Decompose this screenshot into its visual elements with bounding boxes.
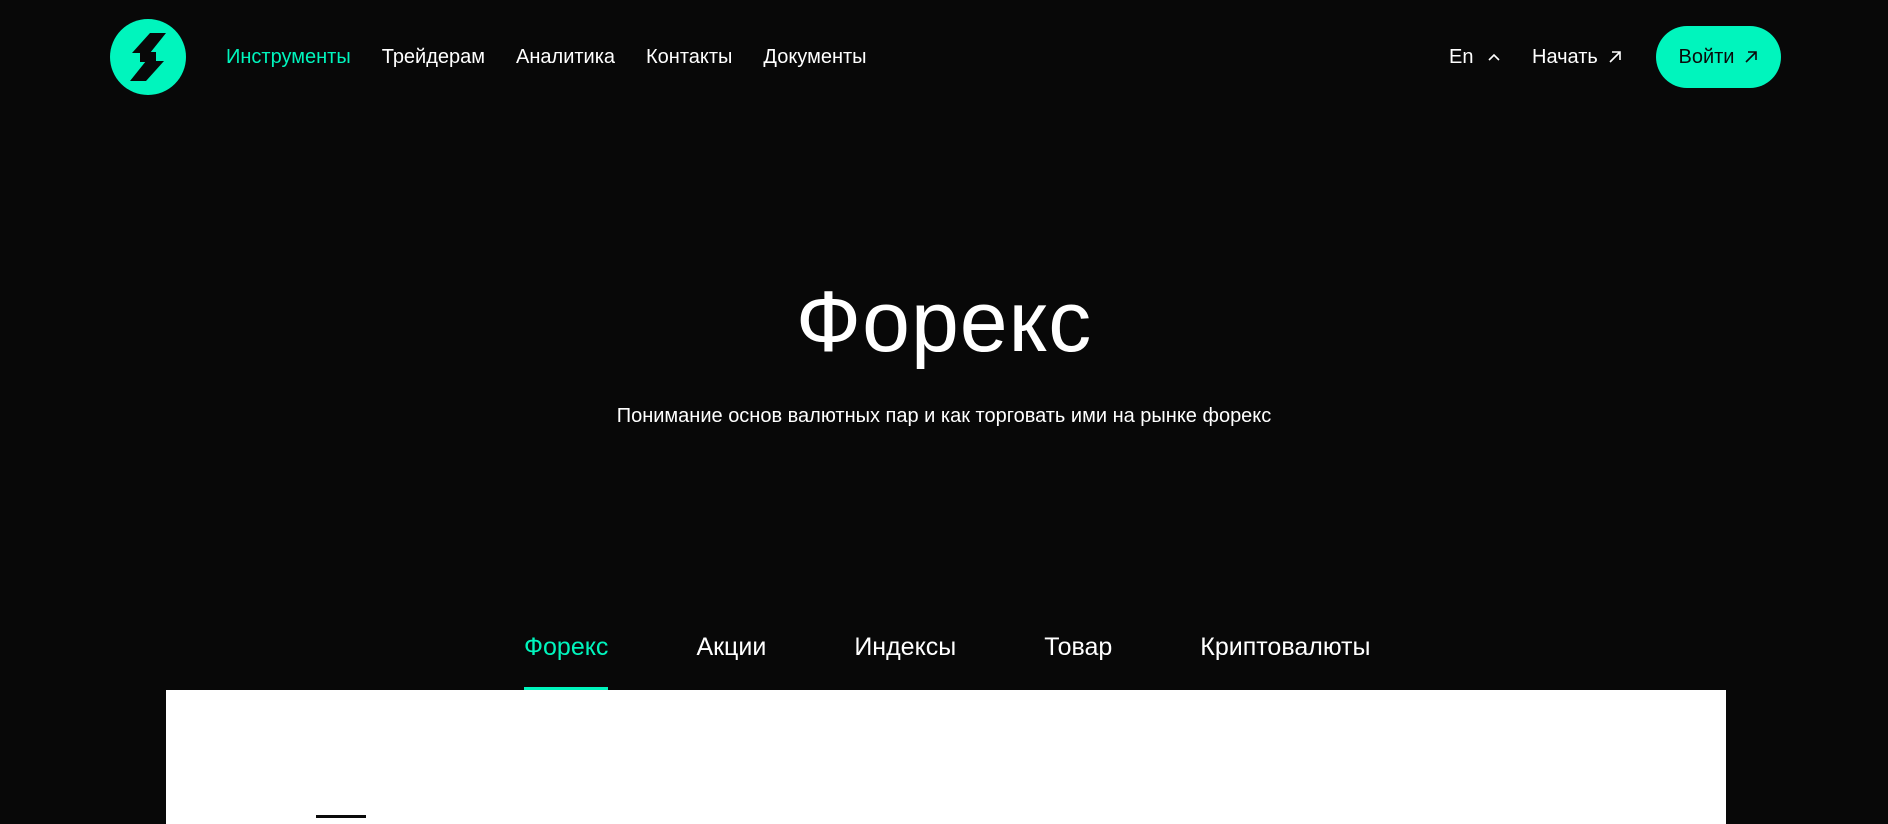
language-label: En (1449, 45, 1474, 68)
instrument-tabs: Форекс Акции Индексы Товар Криптовалюты (524, 632, 1370, 690)
language-selector[interactable]: En (1449, 44, 1501, 70)
arrow-up-right-icon (1745, 51, 1758, 63)
main-nav: Инструменты Трейдерам Аналитика Контакты… (226, 44, 898, 70)
arrow-up-right-icon (1609, 51, 1621, 63)
page-subtitle: Понимание основ валютных пар и как торго… (616, 405, 1272, 427)
login-label: Войти (1678, 45, 1735, 68)
login-button[interactable]: Войти (1656, 26, 1781, 88)
tab-label: Акции (696, 633, 767, 661)
nav-item-traders[interactable]: Трейдерам (382, 44, 485, 70)
nav-item-documents[interactable]: Документы (763, 44, 866, 70)
nav-item-contacts[interactable]: Контакты (646, 44, 732, 70)
tab-label: Криптовалюты (1200, 633, 1371, 661)
start-link[interactable]: Начать (1532, 44, 1622, 70)
nav-item-instruments[interactable]: Инструменты (226, 44, 351, 70)
tab-label: Форекс (524, 633, 609, 661)
tab-forex[interactable]: Форекс (524, 632, 609, 690)
nav-item-analytics[interactable]: Аналитика (516, 44, 615, 70)
site-header: Инструменты Трейдерам Аналитика Контакты… (0, 0, 1888, 114)
tab-crypto[interactable]: Криптовалюты (1200, 632, 1370, 690)
start-label: Начать (1532, 45, 1598, 68)
tab-label: Товар (1044, 633, 1113, 661)
tab-content-panel (166, 690, 1726, 824)
tab-commodities[interactable]: Товар (1044, 632, 1112, 690)
section-divider (316, 815, 366, 818)
tab-indices[interactable]: Индексы (854, 632, 956, 690)
chevron-up-icon (1488, 53, 1501, 61)
brand-logo-icon[interactable] (110, 19, 186, 95)
page-title: Форекс (795, 274, 1093, 370)
tab-stocks[interactable]: Акции (696, 632, 766, 690)
page: Инструменты Трейдерам Аналитика Контакты… (0, 0, 1888, 824)
tab-label: Индексы (854, 633, 957, 661)
